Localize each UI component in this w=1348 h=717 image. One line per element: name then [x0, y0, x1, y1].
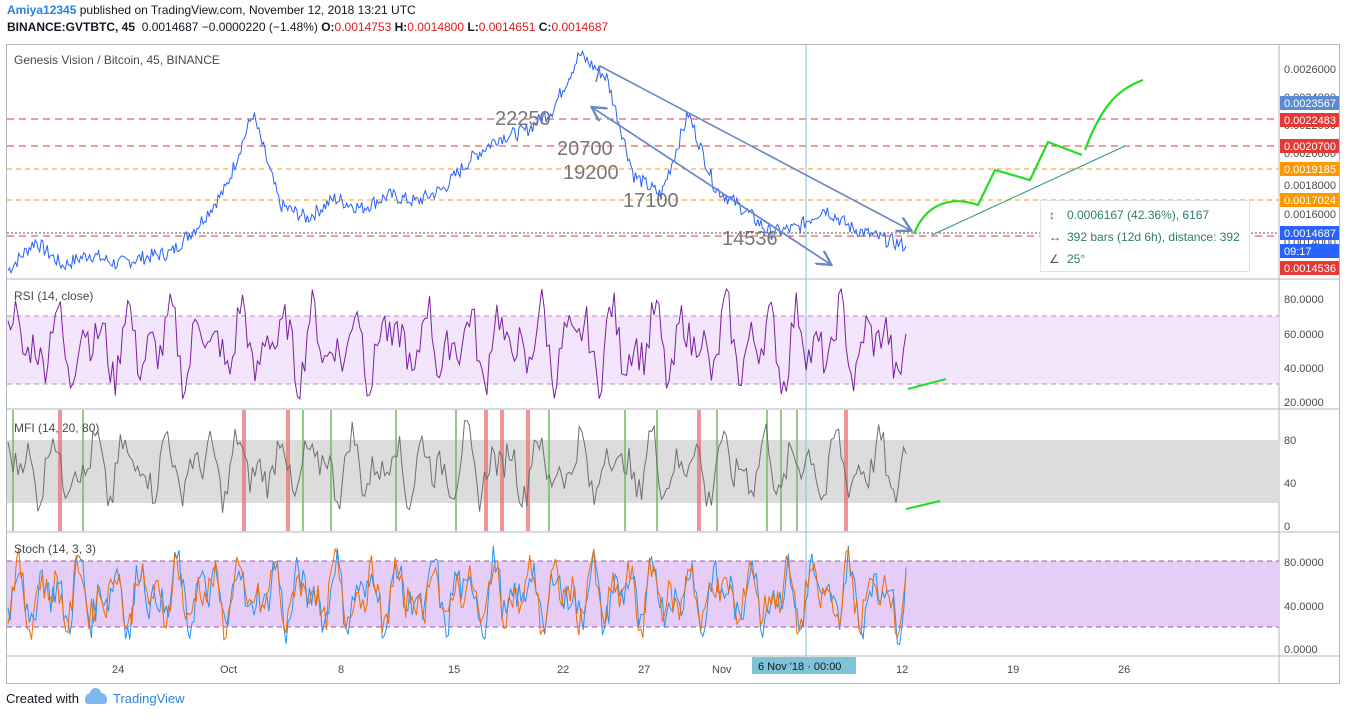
- time-tick: 15: [448, 664, 460, 676]
- footer: Created with TradingView: [6, 688, 185, 706]
- measure-price-range: 0.0006167 (42.36%), 6167: [1067, 208, 1210, 222]
- axis-label-0017024: 0.0017024: [1284, 195, 1336, 207]
- stoch-tick: 40.0000: [1284, 601, 1324, 613]
- mfi-signal-bar: [330, 410, 332, 531]
- annotation-20700: 20700: [557, 138, 613, 160]
- time-tick: Nov: [712, 664, 732, 676]
- time-tick: 27: [638, 664, 650, 676]
- created-with-text: Created with: [6, 691, 79, 706]
- mfi-tick: 40: [1284, 478, 1296, 490]
- time-tick: 8: [338, 664, 344, 676]
- vertical-range-icon: ↕: [1049, 208, 1055, 222]
- stoch-band: [7, 561, 1279, 627]
- mfi-signal-bar: [796, 410, 798, 531]
- measure-bars-distance: 392 bars (12d 6h), distance: 392: [1067, 230, 1240, 244]
- rsi-tick: 60.0000: [1284, 329, 1324, 341]
- mfi-signal-bar: [716, 410, 718, 531]
- mfi-signal-bar: [302, 410, 304, 531]
- angle-icon: ∠: [1049, 252, 1060, 266]
- price-tick: 0.0026000: [1284, 64, 1336, 76]
- price-tick: 0.0016000: [1284, 209, 1336, 221]
- annotation-14536: 14536: [722, 228, 778, 250]
- mfi-tick: 80: [1284, 435, 1296, 447]
- mfi-signal-bar: [697, 410, 701, 531]
- tradingview-logo-icon[interactable]: [84, 688, 107, 704]
- horizontal-range-icon: ↔: [1049, 230, 1061, 244]
- price-tick: 0.0018000: [1284, 180, 1336, 192]
- stoch-tick: 80.0000: [1284, 557, 1324, 569]
- mfi-signal-bar: [242, 410, 246, 531]
- rsi-pane-title: RSI (14, close): [14, 289, 93, 303]
- axis-label-0014536: 0.0014536: [1284, 263, 1336, 275]
- measure-angle: 25°: [1067, 252, 1086, 266]
- rsi-tick: 80.0000: [1284, 294, 1324, 306]
- time-tick: 19: [1007, 664, 1019, 676]
- rsi-band: [7, 316, 1279, 384]
- chart-svg[interactable]: Genesis Vision / Bitcoin, 45, BINANCE RS…: [0, 0, 1348, 690]
- time-tick: 12: [896, 664, 908, 676]
- mfi-signal-bar: [484, 410, 488, 531]
- stoch-tick: 0.0000: [1284, 644, 1318, 656]
- crosshair-date-label: 6 Nov '18 · 00:00: [758, 661, 841, 673]
- axis-label-countdown: 09:17: [1284, 246, 1312, 258]
- mfi-signal-bar: [455, 410, 457, 531]
- rsi-tick: 40.0000: [1284, 363, 1324, 375]
- measure-price-row: ↕ 0.0006167 (42.36%), 6167: [1049, 208, 1209, 222]
- axis-label-0023567: 0.0023567: [1284, 98, 1336, 110]
- mfi-tick: 0: [1284, 521, 1290, 533]
- mfi-pane-title: MFI (14, 20, 80): [14, 421, 99, 435]
- rsi-tick: 20.0000: [1284, 397, 1324, 409]
- annotation-19200: 19200: [563, 162, 619, 184]
- axis-label-0022483: 0.0022483: [1284, 115, 1336, 127]
- measure-bars-row: ↔ 392 bars (12d 6h), distance: 392: [1049, 230, 1240, 244]
- annotation-17100: 17100: [623, 190, 679, 212]
- tradingview-link[interactable]: TradingView: [113, 691, 185, 706]
- mfi-signal-bar: [286, 410, 290, 531]
- axis-label-0020700: 0.0020700: [1284, 141, 1336, 153]
- channel-arrow-lower-reverse: [593, 108, 831, 265]
- mfi-signal-bar: [548, 410, 550, 531]
- main-pane-title: Genesis Vision / Bitcoin, 45, BINANCE: [14, 53, 220, 67]
- measure-tooltip: ↕ 0.0006167 (42.36%), 6167 ↔ 392 bars (12d…: [1040, 200, 1250, 272]
- time-tick: 24: [112, 664, 124, 676]
- mfi-band: [7, 440, 1279, 503]
- measure-angle-row: ∠ 25°: [1049, 252, 1085, 266]
- annotation-22250: 22250: [495, 108, 551, 130]
- axis-label-0019185: 0.0019185: [1284, 164, 1336, 176]
- time-tick: Oct: [220, 664, 237, 676]
- stoch-pane-title: Stoch (14, 3, 3): [14, 542, 96, 556]
- axis-label-last-price: 0.0014687: [1284, 228, 1336, 240]
- time-tick: 22: [557, 664, 569, 676]
- time-tick: 26: [1118, 664, 1130, 676]
- mfi-signal-bar: [395, 410, 397, 531]
- mfi-signal-bar: [780, 410, 782, 531]
